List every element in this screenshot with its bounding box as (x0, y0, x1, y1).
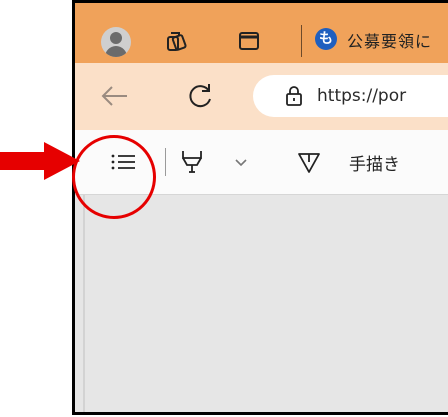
back-arrow-icon[interactable] (97, 79, 131, 113)
highlight-circle (72, 135, 156, 219)
chevron-down-icon[interactable] (233, 148, 249, 176)
lock-icon[interactable] (283, 85, 305, 107)
content-edge (83, 195, 85, 412)
tab-title[interactable]: 公募要領に (347, 28, 432, 52)
draw-label[interactable]: 手描き (349, 150, 400, 175)
tab-favicon-icon: も (315, 28, 337, 50)
pen-icon[interactable] (295, 148, 323, 176)
navigation-bar: https://por (75, 63, 448, 130)
toolbar-divider (165, 148, 166, 176)
red-arrow-icon (0, 142, 80, 180)
url-text[interactable]: https://por (317, 86, 406, 106)
workspaces-icon[interactable] (163, 27, 191, 55)
profile-avatar-icon[interactable] (101, 27, 131, 57)
tab-divider (301, 25, 302, 57)
tab-bar: も 公募要領に (75, 3, 448, 63)
highlighter-icon[interactable] (179, 148, 207, 176)
tab-actions-icon[interactable] (235, 27, 263, 55)
address-bar[interactable]: https://por (253, 75, 448, 117)
refresh-icon[interactable] (183, 79, 217, 113)
pdf-content-area (75, 195, 448, 412)
